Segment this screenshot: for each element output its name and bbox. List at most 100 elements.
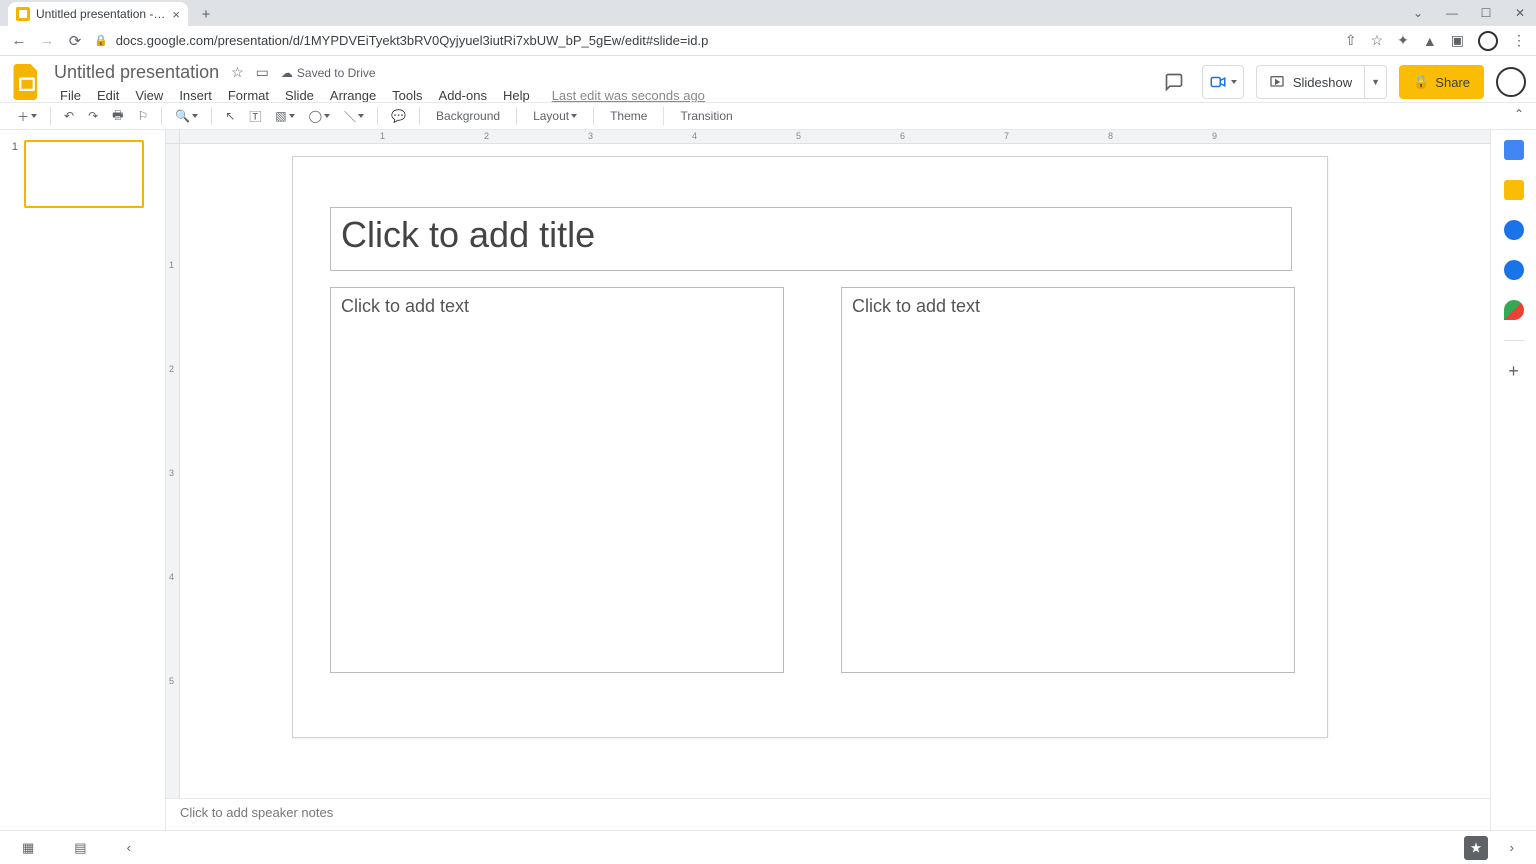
forward-button[interactable]: →	[38, 32, 56, 50]
separator	[211, 107, 212, 125]
ruler-mark: 4	[169, 572, 174, 582]
chevron-down-icon	[1231, 80, 1237, 84]
title-placeholder-text: Click to add title	[341, 214, 1281, 256]
ruler-mark: 1	[380, 131, 385, 141]
address-bar: ← → ⟳ 🔒 docs.google.com/presentation/d/1…	[0, 26, 1536, 56]
body-placeholder-right[interactable]: Click to add text	[841, 287, 1295, 673]
ruler-mark: 3	[169, 468, 174, 478]
theme-button[interactable]: Theme	[602, 105, 655, 127]
account-avatar[interactable]	[1496, 67, 1526, 97]
calendar-icon[interactable]	[1504, 140, 1524, 160]
new-slide-button[interactable]: ＋	[12, 105, 42, 127]
bookmark-icon[interactable]: ☆	[1371, 32, 1384, 49]
extensions-icon[interactable]: ✦	[1397, 32, 1409, 49]
addons-plus-icon[interactable]: +	[1504, 361, 1524, 381]
filmstrip-view-icon[interactable]: ▦	[22, 840, 34, 856]
canvas-scroll[interactable]: Click to add title Click to add text Cli…	[180, 144, 1490, 798]
print-button[interactable]: 🖶	[107, 105, 128, 127]
minimize-icon[interactable]: —	[1442, 6, 1462, 20]
slideshow-dropdown[interactable]: ▼	[1365, 65, 1387, 99]
paint-format-button[interactable]: ⚐	[132, 105, 153, 127]
close-window-icon[interactable]: ✕	[1510, 6, 1530, 20]
layout-button[interactable]: Layout	[525, 105, 585, 127]
maps-icon[interactable]	[1504, 300, 1524, 320]
slideshow-button[interactable]: Slideshow	[1256, 65, 1365, 99]
grid-view-icon[interactable]: ▤	[74, 840, 86, 856]
background-button[interactable]: Background	[428, 105, 508, 127]
contacts-icon[interactable]	[1504, 260, 1524, 280]
image-tool[interactable]: ▧	[270, 105, 299, 127]
saved-indicator[interactable]: ☁ Saved to Drive	[281, 66, 376, 80]
separator	[1504, 340, 1524, 341]
google-slides-app: Untitled presentation ☆ ▭ ☁ Saved to Dri…	[0, 56, 1536, 864]
ruler-horizontal[interactable]: 1 2 3 4 5 6 7 8 9	[180, 130, 1490, 144]
explore-button[interactable]	[1464, 836, 1488, 860]
line-tool[interactable]: ＼	[339, 105, 369, 127]
chevron-down-icon	[192, 114, 198, 118]
chevron-down-icon	[358, 114, 364, 118]
close-tab-icon[interactable]: ×	[172, 7, 180, 22]
undo-button[interactable]: ↶	[59, 105, 79, 127]
doc-topline: Untitled presentation ☆ ▭ ☁ Saved to Dri…	[54, 62, 711, 83]
new-tab-button[interactable]: +	[194, 2, 218, 26]
slide-canvas[interactable]: Click to add title Click to add text Cli…	[292, 156, 1328, 738]
star-icon[interactable]: ☆	[231, 64, 244, 81]
reload-button[interactable]: ⟳	[66, 32, 84, 50]
url-box[interactable]: 🔒 docs.google.com/presentation/d/1MYPDVE…	[94, 33, 1335, 48]
tab-title: Untitled presentation - Google S	[36, 7, 166, 21]
chrome-menu-icon[interactable]: ⋮	[1512, 32, 1526, 49]
redo-button[interactable]: ↷	[83, 105, 103, 127]
address-bar-icons: ⇧ ☆ ✦ ▲ ▣ ⋮	[1345, 31, 1526, 51]
ruler-mark: 2	[169, 364, 174, 374]
zoom-button[interactable]: 🔍	[170, 105, 203, 127]
separator	[419, 107, 420, 125]
browser-frame: Untitled presentation - Google S × + ⌄ —…	[0, 0, 1536, 864]
filmstrip: 1	[0, 130, 166, 830]
ruler-horizontal-wrap: 1 2 3 4 5 6 7 8 9	[166, 130, 1490, 144]
ruler-mark: 6	[900, 131, 905, 141]
ruler-vertical[interactable]: 1 2 3 4 5	[166, 144, 180, 798]
share-button[interactable]: 🔒 Share	[1399, 65, 1484, 99]
chevron-down-icon	[289, 114, 295, 118]
profile-avatar-icon[interactable]	[1478, 31, 1498, 51]
slides-logo-icon[interactable]	[10, 62, 44, 102]
shape-tool[interactable]: ◯	[304, 105, 335, 127]
keep-icon[interactable]	[1504, 180, 1524, 200]
body-placeholder-text: Click to add text	[341, 296, 773, 317]
collapse-filmstrip-icon[interactable]: ‹	[127, 840, 131, 855]
transition-button[interactable]: Transition	[672, 105, 740, 127]
slideshow-wrap: Slideshow ▼	[1256, 65, 1387, 99]
right-side-panel: +	[1490, 130, 1536, 830]
chevron-down-icon	[324, 114, 330, 118]
back-button[interactable]: ←	[10, 32, 28, 50]
layout-label: Layout	[533, 109, 569, 123]
slide-number: 1	[8, 140, 18, 208]
select-tool[interactable]: ↖	[220, 105, 240, 127]
move-icon[interactable]: ▭	[256, 64, 269, 81]
separator	[377, 107, 378, 125]
textbox-tool[interactable]: 🅃	[244, 105, 266, 127]
title-placeholder[interactable]: Click to add title	[330, 207, 1292, 271]
collapse-toolbar-icon[interactable]: ⌃	[1514, 107, 1524, 121]
comment-tool[interactable]: 💬	[386, 105, 411, 127]
tasks-icon[interactable]	[1504, 220, 1524, 240]
maximize-icon[interactable]: ☐	[1476, 6, 1496, 20]
extension-item-icon[interactable]: ▲	[1423, 33, 1437, 49]
speaker-notes[interactable]: Click to add speaker notes	[166, 798, 1490, 830]
tabs-menu-icon[interactable]: ⌄	[1408, 6, 1428, 20]
app-header: Untitled presentation ☆ ▭ ☁ Saved to Dri…	[0, 56, 1536, 102]
browser-tab[interactable]: Untitled presentation - Google S ×	[8, 2, 188, 26]
workspace: 1 1 2 3 4 5 6 7 8 9	[0, 130, 1536, 830]
join-call-button[interactable]	[1202, 65, 1244, 99]
toolbar: ＋ ↶ ↷ 🖶 ⚐ 🔍 ↖ 🅃 ▧ ◯ ＼ 💬 Background Layou…	[0, 102, 1536, 130]
share-page-icon[interactable]: ⇧	[1345, 32, 1357, 49]
slide-thumbnail[interactable]	[24, 140, 144, 208]
canvas-row: 1 2 3 4 5 Click to add title Click to ad	[166, 144, 1490, 798]
doc-title[interactable]: Untitled presentation	[54, 62, 219, 83]
slideshow-label: Slideshow	[1293, 75, 1352, 90]
side-panel-icon[interactable]: ▣	[1451, 32, 1464, 49]
ruler-corner	[166, 130, 180, 144]
side-panel-toggle-icon[interactable]: ›	[1510, 840, 1514, 855]
comments-button[interactable]	[1158, 66, 1190, 98]
body-placeholder-left[interactable]: Click to add text	[330, 287, 784, 673]
